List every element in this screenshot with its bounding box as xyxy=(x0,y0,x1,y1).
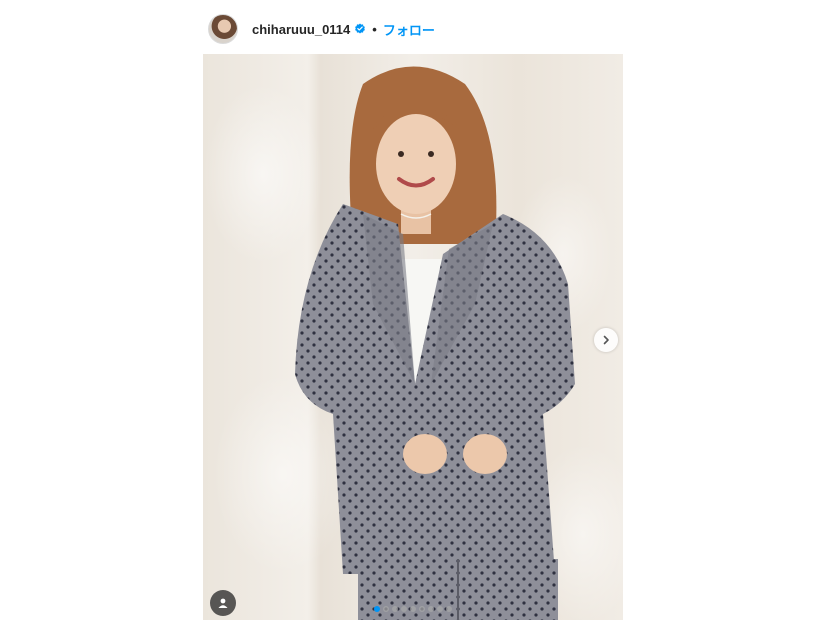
carousel-dot xyxy=(374,606,380,612)
carousel-dot xyxy=(446,606,452,612)
carousel-dot xyxy=(410,606,416,612)
user-tag-icon xyxy=(218,598,228,608)
carousel-dot xyxy=(401,606,407,612)
post-header: chiharuuu_0114 • フォロー xyxy=(208,12,435,46)
carousel-dot xyxy=(419,606,425,612)
photo-illustration xyxy=(295,66,575,620)
carousel-dot xyxy=(437,606,443,612)
verified-badge-icon xyxy=(355,23,366,34)
separator-dot: • xyxy=(372,21,377,37)
tagged-users-button[interactable] xyxy=(210,590,236,616)
follow-button[interactable]: フォロー xyxy=(383,20,435,39)
carousel-dot xyxy=(383,606,389,612)
username-link[interactable]: chiharuuu_0114 xyxy=(252,22,350,37)
carousel-dot xyxy=(392,606,398,612)
post-photo[interactable] xyxy=(203,54,623,620)
next-slide-button[interactable] xyxy=(594,328,618,352)
carousel-dot xyxy=(428,606,434,612)
carousel-indicator xyxy=(374,606,452,612)
chevron-right-icon xyxy=(603,335,609,345)
avatar[interactable] xyxy=(208,14,238,44)
